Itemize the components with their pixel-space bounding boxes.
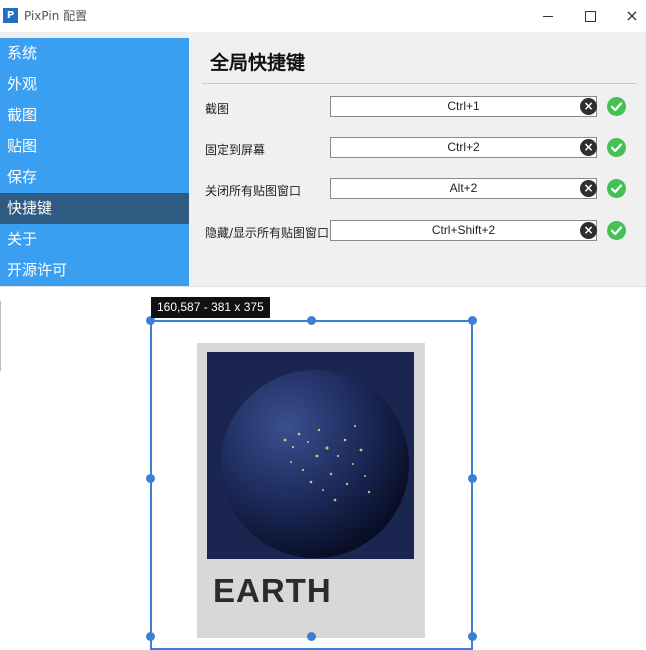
sidebar-item-system[interactable]: 系统 bbox=[0, 38, 189, 69]
hotkey-input[interactable]: Ctrl+1 bbox=[330, 96, 597, 117]
hotkey-input[interactable]: Ctrl+2 bbox=[330, 137, 597, 158]
page-title: 全局快捷键 bbox=[210, 52, 306, 74]
sidebar-item-appearance[interactable]: 外观 bbox=[0, 69, 189, 100]
close-button[interactable]: × bbox=[612, 4, 646, 28]
close-icon: × bbox=[625, 6, 639, 25]
sidebar: 系统 外观 截图 贴图 保存 快捷键 关于 开源许可 bbox=[0, 38, 189, 286]
background-window-edge bbox=[0, 301, 1, 371]
check-circle-icon bbox=[607, 179, 626, 198]
clear-icon[interactable]: × bbox=[580, 180, 597, 197]
sidebar-item-capture[interactable]: 截图 bbox=[0, 100, 189, 131]
sidebar-item-about[interactable]: 关于 bbox=[0, 224, 189, 255]
clear-icon[interactable]: × bbox=[580, 98, 597, 115]
resize-handle-bottom-right[interactable] bbox=[468, 632, 477, 641]
hotkey-label: 关闭所有贴图窗口 bbox=[205, 184, 302, 198]
resize-handle-bottom[interactable] bbox=[307, 632, 316, 641]
check-circle-icon bbox=[607, 97, 626, 116]
window-title: PixPin 配置 bbox=[24, 9, 88, 23]
app-logo-icon: P bbox=[3, 8, 18, 23]
maximize-icon bbox=[584, 10, 596, 22]
hotkey-label: 隐藏/显示所有贴图窗口 bbox=[205, 226, 330, 240]
hotkey-input[interactable]: Alt+2 bbox=[330, 178, 597, 199]
minimize-icon bbox=[543, 15, 553, 17]
selection-rectangle[interactable] bbox=[150, 320, 473, 650]
resize-handle-bottom-left[interactable] bbox=[146, 632, 155, 641]
hotkey-row: 截图 Ctrl+1 × bbox=[196, 96, 646, 120]
sidebar-item-hotkeys[interactable]: 快捷键 bbox=[0, 193, 189, 224]
clear-icon[interactable]: × bbox=[580, 139, 597, 156]
check-circle-icon bbox=[607, 138, 626, 157]
hotkey-input[interactable]: Ctrl+Shift+2 bbox=[330, 220, 597, 241]
divider bbox=[202, 83, 636, 84]
sidebar-item-licenses[interactable]: 开源许可 bbox=[0, 255, 189, 286]
hotkeys-panel: 全局快捷键 截图 Ctrl+1 × 固定到屏幕 Ctrl+2 × 关闭所有贴图窗… bbox=[196, 38, 646, 286]
maximize-button[interactable] bbox=[570, 4, 610, 28]
sidebar-item-save[interactable]: 保存 bbox=[0, 162, 189, 193]
title-bar[interactable]: P PixPin 配置 × bbox=[0, 0, 646, 32]
hotkey-label: 固定到屏幕 bbox=[205, 143, 266, 157]
hotkey-row: 隐藏/显示所有贴图窗口 Ctrl+Shift+2 × bbox=[196, 220, 646, 244]
settings-window: P PixPin 配置 × 系统 外观 截图 贴图 保存 快捷键 关于 开源许可… bbox=[0, 0, 646, 287]
hotkey-row: 关闭所有贴图窗口 Alt+2 × bbox=[196, 178, 646, 202]
hotkey-label: 截图 bbox=[205, 102, 230, 116]
hotkey-row: 固定到屏幕 Ctrl+2 × bbox=[196, 137, 646, 161]
resize-handle-top-right[interactable] bbox=[468, 316, 477, 325]
resize-handle-top[interactable] bbox=[307, 316, 316, 325]
minimize-button[interactable] bbox=[528, 4, 568, 28]
sidebar-item-pin[interactable]: 贴图 bbox=[0, 131, 189, 162]
selection-info-label: 160,587 - 381 x 375 bbox=[151, 297, 270, 318]
clear-icon[interactable]: × bbox=[580, 222, 597, 239]
check-circle-icon bbox=[607, 221, 626, 240]
resize-handle-right[interactable] bbox=[468, 474, 477, 483]
resize-handle-left[interactable] bbox=[146, 474, 155, 483]
